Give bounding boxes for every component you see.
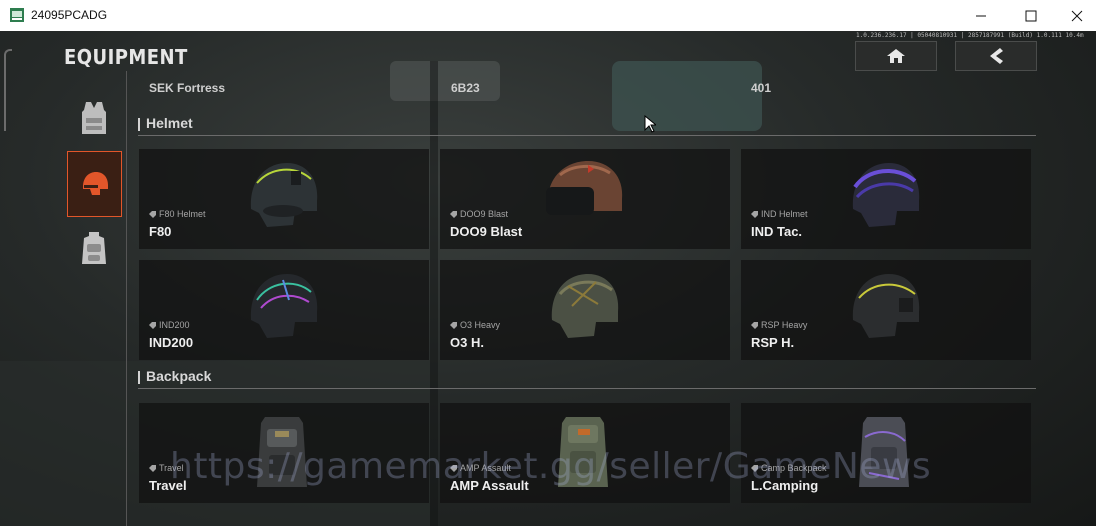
helmet-f80-icon [250, 163, 318, 227]
item-subtitle: F80 Helmet [149, 209, 206, 219]
maximize-icon [1025, 10, 1037, 21]
item-subtitle: IND200 [149, 320, 190, 330]
item-name: RSP H. [751, 335, 795, 350]
sidebar-item-helmet[interactable] [67, 151, 122, 217]
item-card-blast[interactable]: DOO9 Blast DOO9 Blast [440, 149, 730, 249]
sidebar-item-backpack[interactable] [67, 216, 120, 280]
minimize-icon [976, 15, 986, 16]
item-name: DOO9 Blast [450, 224, 523, 239]
helmet-ind-icon [852, 163, 920, 227]
section-marker [138, 371, 140, 384]
item-name: IND Tac. [751, 224, 803, 239]
item-subtitle-text: F80 Helmet [159, 209, 206, 219]
backpack-icon [81, 232, 106, 264]
tag-icon [450, 321, 457, 329]
tag-icon [149, 321, 156, 329]
item-subtitle-text: IND200 [159, 320, 190, 330]
sidebar-divider [126, 71, 127, 526]
item-subtitle: O3 Heavy [450, 320, 500, 330]
home-button[interactable] [855, 41, 937, 71]
close-button[interactable] [1054, 0, 1096, 31]
helmet-ind200-icon [250, 274, 318, 338]
maximize-button[interactable] [1008, 0, 1054, 31]
minimize-button[interactable] [958, 0, 1004, 31]
build-stats: 1.0.236.236.17 | 05040810931 | 285718799… [856, 32, 1084, 39]
section-marker [138, 118, 140, 131]
tag-icon [450, 210, 457, 218]
close-icon [1071, 10, 1083, 21]
item-name: SEK Fortress [149, 81, 226, 95]
window-titlebar: 24095PCADG [0, 0, 1096, 32]
sidebar-item-vest[interactable] [67, 86, 120, 150]
item-card-ind200[interactable]: IND200 IND200 [139, 260, 429, 360]
home-icon [887, 49, 905, 63]
item-card-f80[interactable]: F80 Helmet F80 [139, 149, 429, 249]
section-title: Helmet [146, 115, 193, 131]
section-header-helmet: Helmet [138, 115, 1036, 136]
item-name: O3 H. [450, 335, 484, 350]
item-name: 6B23 [451, 81, 480, 95]
frame-bracket [4, 49, 12, 131]
page-title: EQUIPMENT [64, 45, 188, 69]
item-subtitle-text: IND Helmet [761, 209, 808, 219]
background-crate [390, 61, 500, 101]
item-subtitle-text: RSP Heavy [761, 320, 808, 330]
helmet-icon [82, 172, 108, 195]
watermark: https://gamemarket.gg/seller/GameNews [170, 446, 932, 487]
item-name: F80 [149, 224, 172, 239]
item-subtitle-text: DOO9 Blast [460, 209, 509, 219]
back-button[interactable] [955, 41, 1037, 71]
mouse-cursor-icon [644, 115, 656, 133]
item-card-o3[interactable]: O3 Heavy O3 H. [440, 260, 730, 360]
item-card-rsp[interactable]: RSP Heavy RSP H. [741, 260, 1031, 360]
section-title: Backpack [146, 368, 212, 384]
back-arrow-icon [990, 48, 1003, 64]
game-viewport: EQUIPMENT 1.0.236.236.17 | 05040810931 |… [0, 31, 1096, 526]
helmet-o3-icon [551, 274, 619, 338]
tag-icon [149, 210, 156, 218]
item-subtitle-text: O3 Heavy [460, 320, 501, 330]
item-subtitle: RSP Heavy [751, 320, 807, 330]
tag-icon [751, 210, 758, 218]
helmet-blast-icon [546, 161, 623, 215]
item-name: IND200 [149, 335, 194, 350]
helmet-rsp-icon [852, 274, 920, 338]
section-header-backpack: Backpack [138, 368, 1036, 389]
tag-icon [149, 464, 156, 472]
item-subtitle: DOO9 Blast [450, 209, 508, 219]
app-icon [10, 8, 24, 22]
vest-icon [81, 102, 106, 134]
item-card-ind-tac[interactable]: IND Helmet IND Tac. [741, 149, 1031, 249]
window-title: 24095PCADG [31, 8, 108, 22]
item-subtitle: IND Helmet [751, 209, 808, 219]
item-name: 401 [751, 81, 772, 95]
tag-icon [751, 321, 758, 329]
